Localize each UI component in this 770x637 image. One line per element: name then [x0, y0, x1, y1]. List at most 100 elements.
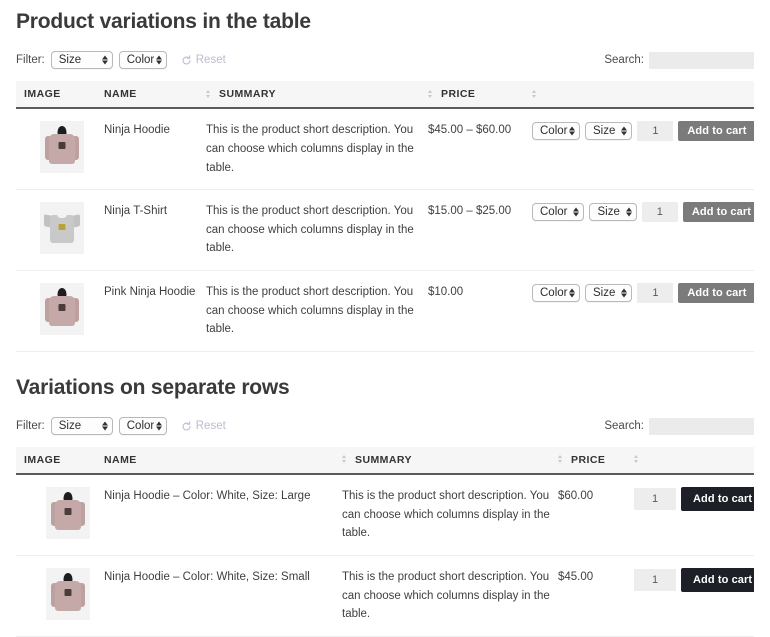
- tshirt-illustration: [40, 202, 84, 254]
- sort-arrows-icon: [428, 90, 433, 98]
- cell-buy: Color Size Add to cart: [532, 108, 754, 189]
- reset-label: Reset: [196, 420, 226, 432]
- products-table: IMAGE NAME SUMMARY PRICE: [16, 81, 754, 352]
- pink-ninja-hoodie-thumbnail[interactable]: [40, 283, 84, 335]
- hoodie-illustration: [40, 121, 84, 173]
- product-name[interactable]: Pink Ninja Hoodie: [104, 286, 195, 298]
- column-header-name[interactable]: NAME: [104, 81, 206, 108]
- ninja-t-shirt-thumbnail[interactable]: [40, 202, 84, 254]
- size-select[interactable]: Size: [585, 122, 632, 140]
- chevron-updown-icon: [569, 289, 575, 298]
- color-select[interactable]: Color: [532, 122, 580, 140]
- add-to-cart-button[interactable]: Add to cart: [678, 283, 754, 303]
- chevron-updown-icon: [621, 127, 627, 136]
- ninja-hoodie-white-small-thumbnail[interactable]: [46, 568, 90, 620]
- quantity-input[interactable]: [634, 488, 676, 510]
- cell-summary: This is the product short description. Y…: [342, 556, 558, 637]
- table-row: Ninja Hoodie This is the product short d…: [16, 108, 754, 189]
- quantity-input[interactable]: [634, 569, 676, 591]
- size-filter-select[interactable]: Size: [51, 417, 113, 435]
- column-header-image[interactable]: IMAGE: [16, 447, 104, 474]
- cell-price: $10.00: [428, 271, 532, 352]
- cell-price: $45.00 – $60.00: [428, 108, 532, 189]
- ninja-hoodie-thumbnail[interactable]: [40, 121, 84, 173]
- quantity-input[interactable]: [642, 202, 678, 222]
- product-price: $60.00: [558, 490, 593, 502]
- column-header-summary[interactable]: SUMMARY: [206, 81, 428, 108]
- sort-arrows-icon: [206, 90, 211, 98]
- column-header-price[interactable]: PRICE: [558, 447, 634, 474]
- color-filter-value: Color: [127, 54, 154, 66]
- color-filter-select[interactable]: Color: [119, 417, 167, 435]
- column-header-image-label: IMAGE: [24, 454, 61, 466]
- product-price: $10.00: [428, 286, 463, 298]
- cell-name: Pink Ninja Hoodie: [104, 271, 206, 352]
- column-header-name-label: NAME: [104, 454, 137, 466]
- quantity-input[interactable]: [637, 121, 673, 141]
- column-header-image-label: IMAGE: [24, 88, 61, 100]
- section-product-variations-in-table: Product variations in the table Filter: …: [0, 0, 770, 352]
- add-to-cart-button[interactable]: Add to cart: [678, 121, 754, 141]
- add-to-cart-button[interactable]: Add to cart: [683, 202, 754, 222]
- product-name[interactable]: Ninja Hoodie – Color: White, Size: Large: [104, 490, 310, 502]
- size-select-value: Size: [593, 284, 615, 303]
- cell-price: $60.00: [558, 474, 634, 555]
- size-filter-select[interactable]: Size: [51, 51, 113, 69]
- filter-group: Filter: Size Color Res: [16, 51, 226, 69]
- product-name[interactable]: Ninja Hoodie – Color: White, Size: Small: [104, 571, 310, 583]
- color-filter-value: Color: [127, 420, 154, 432]
- hoodie-illustration: [40, 283, 84, 335]
- color-select[interactable]: Color: [532, 203, 584, 221]
- quantity-input[interactable]: [637, 283, 673, 303]
- product-name[interactable]: Ninja Hoodie: [104, 124, 170, 136]
- search-input[interactable]: [649, 418, 754, 435]
- page-title: Product variations in the table: [16, 0, 754, 35]
- color-select-value: Color: [540, 122, 567, 141]
- column-header-price-label: PRICE: [441, 88, 475, 100]
- cell-image: [16, 474, 104, 555]
- cell-image: [16, 108, 104, 189]
- column-header-buy: [532, 81, 754, 108]
- table-controls: Filter: Size Color Res: [16, 415, 754, 437]
- product-price: $45.00: [558, 571, 593, 583]
- column-header-image[interactable]: IMAGE: [16, 81, 104, 108]
- ninja-hoodie-white-large-thumbnail[interactable]: [46, 487, 90, 539]
- column-header-summary[interactable]: SUMMARY: [342, 447, 558, 474]
- search-input[interactable]: [649, 52, 754, 69]
- search-label: Search:: [604, 54, 644, 66]
- column-header-name[interactable]: NAME: [104, 447, 342, 474]
- product-price: $15.00 – $25.00: [428, 205, 511, 217]
- add-to-cart-button[interactable]: Add to cart: [681, 487, 754, 511]
- add-to-cart-button[interactable]: Add to cart: [681, 568, 754, 592]
- cell-buy: Color Size Add to cart: [532, 190, 754, 271]
- table-head: IMAGE NAME SUMMARY PRICE: [16, 81, 754, 108]
- reset-filters-link[interactable]: Reset: [181, 54, 226, 66]
- product-name[interactable]: Ninja T-Shirt: [104, 205, 167, 217]
- color-select[interactable]: Color: [532, 284, 580, 302]
- color-filter-select[interactable]: Color: [119, 51, 167, 69]
- column-header-summary-label: SUMMARY: [219, 88, 276, 100]
- product-summary: This is the product short description. Y…: [206, 205, 414, 254]
- chevron-updown-icon: [569, 127, 575, 136]
- column-header-price[interactable]: PRICE: [428, 81, 532, 108]
- purchase-controls: Add to cart: [634, 568, 754, 592]
- cell-buy: Color Size Add to cart: [532, 271, 754, 352]
- table-head: IMAGE NAME SUMMARY PRICE: [16, 447, 754, 474]
- size-select[interactable]: Size: [589, 203, 636, 221]
- variations-table: IMAGE NAME SUMMARY PRICE: [16, 447, 754, 637]
- color-select-value: Color: [540, 284, 567, 303]
- filter-label: Filter:: [16, 54, 45, 66]
- column-header-name-label: NAME: [104, 88, 137, 100]
- chevron-updown-icon: [626, 208, 632, 217]
- sort-arrows-icon: [532, 90, 537, 98]
- reset-circular-arrow-icon: [181, 421, 192, 432]
- cell-image: [16, 271, 104, 352]
- product-price: $45.00 – $60.00: [428, 124, 511, 136]
- size-select[interactable]: Size: [585, 284, 632, 302]
- chevron-updown-icon: [621, 289, 627, 298]
- hoodie-illustration: [46, 487, 90, 539]
- hoodie-illustration: [46, 568, 90, 620]
- table-row: Ninja Hoodie – Color: White, Size: Small…: [16, 556, 754, 637]
- variations-table-wrapper: IMAGE NAME SUMMARY PRICE: [16, 447, 754, 637]
- reset-filters-link[interactable]: Reset: [181, 420, 226, 432]
